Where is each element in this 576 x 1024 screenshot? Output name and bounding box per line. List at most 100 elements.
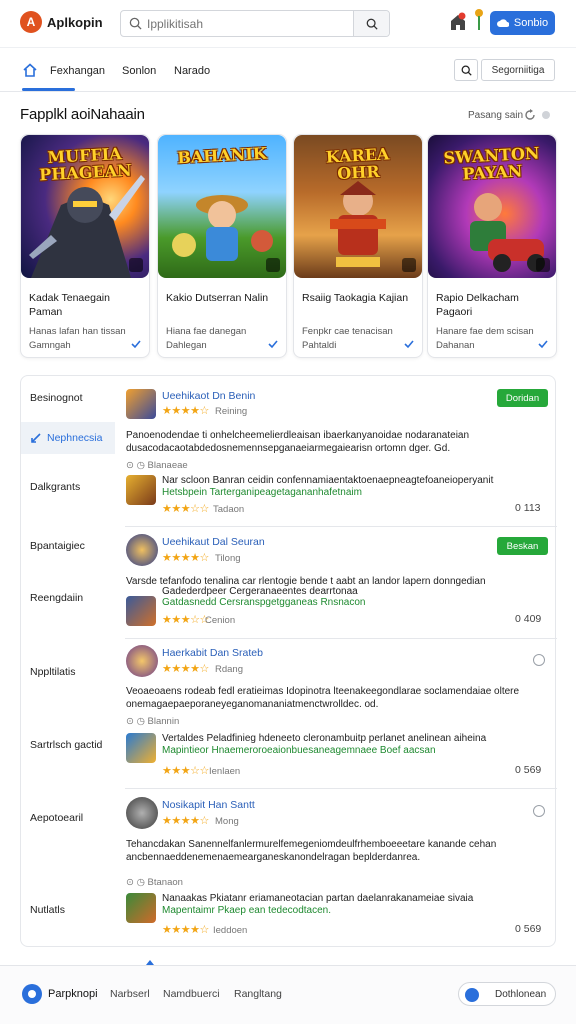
rating-text: Reining: [215, 406, 248, 417]
search-input[interactable]: [147, 15, 347, 33]
footer-button-label: Dothlonean: [495, 989, 547, 1000]
rating-text: Mong: [215, 816, 239, 827]
rating-text: Cenion: [205, 615, 236, 626]
sidebar-item[interactable]: Sartrlsch gactid: [30, 739, 102, 751]
footer-button[interactable]: Dothlonean: [458, 982, 556, 1006]
app-title: Aplkopin: [47, 15, 103, 30]
rating-stars: ★★★★☆: [162, 405, 209, 417]
rating-text: Tadaon: [213, 504, 245, 515]
expand-icon[interactable]: [536, 258, 550, 272]
check-icon[interactable]: [538, 339, 548, 349]
rating-stars: ★★★☆☆: [162, 503, 209, 515]
game-art: BAHANIK: [158, 135, 286, 278]
app-logo[interactable]: A: [20, 11, 42, 33]
sub-entry-title[interactable]: Nanaakas Pkiatanr eriamaneotacian partan…: [162, 893, 542, 904]
app-icon[interactable]: [126, 645, 158, 677]
card-desc: Hiana fae danegan Dahlegan: [166, 326, 247, 351]
rating-text: Ienlaen: [209, 766, 241, 777]
sub-entry-title[interactable]: Gadederdpeer Cergeranaeentes dearrtonaa: [162, 586, 542, 597]
segment-button[interactable]: Segorniitiga: [481, 59, 555, 81]
refresh-icon[interactable]: [524, 109, 536, 121]
entry-title[interactable]: Ueehikaut Dal Seuran: [162, 536, 265, 548]
sidebar-item[interactable]: Besinognot: [30, 392, 83, 404]
card-name: Rsaiig Taokagia Kajian: [302, 292, 409, 304]
tab-sonlon[interactable]: Sonlon: [122, 65, 156, 77]
sidebar-item[interactable]: Nppltilatis: [30, 666, 76, 678]
home-badge-icon[interactable]: [449, 12, 467, 32]
game-card[interactable]: SWANTON PAYAN Rapio Delkacham Pagaori Ha…: [427, 134, 557, 358]
sidebar-item[interactable]: Reengdaiin: [30, 592, 83, 604]
footer-link[interactable]: Rangltang: [234, 988, 282, 1000]
sub-entry-publisher: Mapintieor Hnaemeroroeaionbuesaneagemnae…: [162, 745, 436, 756]
tab-narado[interactable]: Narado: [174, 65, 210, 77]
rating-text: Tilong: [215, 553, 241, 564]
rating-stars: ★★★★☆: [162, 663, 209, 675]
footer-logo[interactable]: [22, 984, 42, 1004]
game-card[interactable]: KAREA OHR Rsaiig Taokagia Kajian Fenpkr …: [293, 134, 423, 358]
sub-entry-publisher: Gatdasnedd Cersranspgetgganeas Rnsnacon: [162, 597, 366, 608]
section-title: Fapplkl aoiNahaain: [20, 106, 145, 123]
game-card[interactable]: BAHANIK Kakio Dutserran Nalin Hiana fae …: [157, 134, 287, 358]
expand-icon[interactable]: [129, 258, 143, 272]
sidebar-item[interactable]: Bpantaigiec: [30, 540, 85, 552]
sidebar-item[interactable]: Nutlatls: [30, 904, 65, 916]
rating-stars: ★★★★☆: [162, 552, 209, 564]
more-dot[interactable]: [542, 111, 550, 119]
game-art: KAREA OHR: [294, 135, 422, 278]
download-icon: [465, 988, 479, 1002]
pin-icon[interactable]: [474, 8, 484, 32]
sub-entry-title[interactable]: Vertaldes Peladfinieg hdeneeto cleronamb…: [162, 733, 542, 744]
game-art-title: MUFFIA PHAGEAN: [38, 144, 133, 185]
more-circle-icon[interactable]: [533, 654, 545, 666]
sidebar-item[interactable]: Aepotoearil: [30, 812, 83, 824]
expand-icon[interactable]: [266, 258, 280, 272]
listing-panel: Besinognot Nephnecsia Dalkgrants Bpantai…: [20, 375, 557, 947]
rating-stars: ★★★☆☆: [162, 614, 209, 626]
app-icon[interactable]: [126, 389, 156, 419]
app-icon[interactable]: [126, 475, 156, 505]
footer-link[interactable]: Namdbuerci: [163, 988, 220, 1000]
entry-title[interactable]: Ueehikaot Dn Benin: [162, 390, 255, 402]
app-icon[interactable]: [126, 534, 158, 566]
nav-search-button[interactable]: [454, 59, 478, 81]
app-icon[interactable]: [126, 733, 156, 763]
sidebar-item-active[interactable]: Nephnecsia: [21, 422, 115, 454]
entry-divider: [125, 638, 557, 639]
app-icon[interactable]: [126, 893, 156, 923]
entry-number: 0 569: [515, 764, 542, 776]
card-desc: Hanas lafan han tissan Gamngah: [29, 326, 126, 351]
search-button[interactable]: [353, 11, 389, 36]
home-icon[interactable]: [22, 62, 38, 78]
tab-fexhangan[interactable]: Fexhangan: [50, 65, 105, 77]
check-icon[interactable]: [404, 339, 414, 349]
card-name: Kadak Tenaegain Paman: [29, 292, 110, 318]
sub-entry-title[interactable]: Nar scloon Banran ceidin confennamiaenta…: [162, 475, 542, 486]
install-button[interactable]: Doridan: [497, 389, 548, 407]
entry-meta-text: Btanaon: [147, 877, 183, 888]
card-name: Rapio Delkacham Pagaori: [436, 292, 519, 318]
check-icon[interactable]: [131, 339, 141, 349]
section-link[interactable]: Pasang sain: [468, 110, 523, 121]
app-icon[interactable]: [126, 797, 158, 829]
card-desc: Hanare fae dem scisan Dahanan: [436, 326, 534, 351]
sidebar-item[interactable]: Dalkgrants: [30, 481, 80, 493]
app-icon[interactable]: [126, 596, 156, 626]
entry-title[interactable]: Nosikapit Han Santt: [162, 799, 255, 811]
rating-text: Rdang: [215, 664, 243, 675]
footer-title: Parpknopi: [48, 988, 98, 1000]
footer-link[interactable]: Narbserl: [110, 988, 150, 1000]
header-action-button[interactable]: Sonbio: [490, 11, 555, 35]
bottom-bar: Parpknopi Narbserl Namdbuerci Rangltang …: [0, 965, 576, 1024]
rating-stars: ★★★★☆: [162, 815, 209, 827]
check-icon[interactable]: [268, 339, 278, 349]
entry-divider: [125, 788, 557, 789]
more-circle-icon[interactable]: [533, 805, 545, 817]
expand-icon[interactable]: [402, 258, 416, 272]
game-card[interactable]: MUFFIA PHAGEAN Kadak Tenaegain Paman Han…: [20, 134, 150, 358]
active-tab-indicator: [22, 88, 75, 91]
entry-title[interactable]: Haerkabit Dan Srateb: [162, 647, 263, 659]
install-button[interactable]: Beskan: [497, 537, 548, 555]
entry-meta-text: Blannin: [147, 716, 180, 727]
sub-entry-publisher: Mapentaimr Pkaep ean tedecodtacen.: [162, 905, 331, 916]
entry-body: Veoaeoaens rodeab fedl eratieimas Idopin…: [126, 686, 520, 710]
